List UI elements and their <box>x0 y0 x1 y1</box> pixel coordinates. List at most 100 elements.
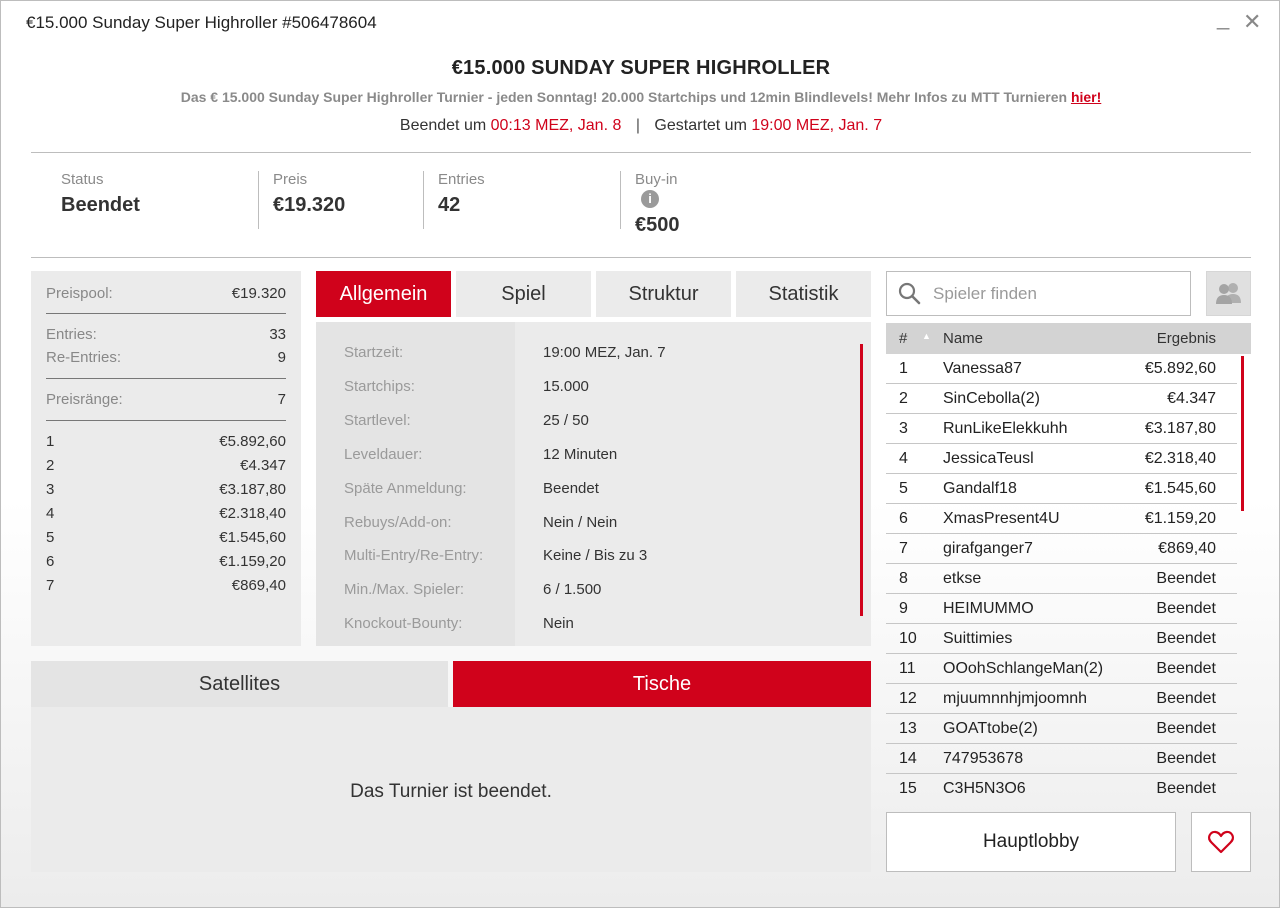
tab-tische[interactable]: Tische <box>453 661 871 707</box>
player-name: C3H5N3O6 <box>943 780 1026 797</box>
detail-key: Startzeit: <box>344 344 404 361</box>
player-name: OOohSchlangeMan(2) <box>943 660 1104 677</box>
favorite-button[interactable] <box>1191 812 1251 872</box>
table-row[interactable]: 13 GOATtobe(2) Beendet <box>886 714 1237 744</box>
payout-row: 4 €2.318,40 <box>46 505 286 529</box>
table-row[interactable]: 5 Gandalf18 €1.545,60 <box>886 474 1237 504</box>
payout-amount: €2.318,40 <box>219 505 286 522</box>
table-row[interactable]: 11 OOohSchlangeMan(2) Beendet <box>886 654 1237 684</box>
player-result: €4.347 <box>1167 390 1216 407</box>
details-scrollbar[interactable] <box>860 344 863 616</box>
buddy-list-button[interactable] <box>1206 271 1251 316</box>
info-icon[interactable]: i <box>641 190 659 208</box>
payout-amount: €1.159,20 <box>219 553 286 570</box>
header-divider <box>31 152 1251 153</box>
detail-row: Leveldauer: 12 Minuten <box>316 446 871 466</box>
player-result: €2.318,40 <box>1144 450 1216 467</box>
player-rank: 2 <box>899 390 908 407</box>
heart-icon <box>1207 830 1235 854</box>
table-row[interactable]: 3 RunLikeElekkuhh €3.187,80 <box>886 414 1237 444</box>
table-row[interactable]: 9 HEIMUMMO Beendet <box>886 594 1237 624</box>
sort-ascending-icon[interactable]: ▲ <box>922 331 931 341</box>
player-name: Suittimies <box>943 630 1013 647</box>
stat-label-text: Buy-in <box>635 171 678 188</box>
payout-row: 5 €1.545,60 <box>46 529 286 553</box>
payout-place: 7 <box>46 577 55 594</box>
tab-allgemein[interactable]: Allgemein <box>316 271 451 317</box>
close-button[interactable]: ✕ <box>1243 9 1261 35</box>
started-time: 19:00 MEZ, Jan. 7 <box>751 117 883 134</box>
player-result: Beendet <box>1156 720 1216 737</box>
reentries-row: Re-Entries: 9 <box>46 349 286 366</box>
player-name: SinCebolla(2) <box>943 390 1040 407</box>
stat-label: Preis <box>273 171 308 188</box>
users-icon <box>1216 283 1241 304</box>
column-result[interactable]: Ergebnis <box>1157 330 1216 347</box>
table-row[interactable]: 2 SinCebolla(2) €4.347 <box>886 384 1237 414</box>
more-info-link[interactable]: hier! <box>1071 89 1101 105</box>
table-row[interactable]: 7 girafganger7 €869,40 <box>886 534 1237 564</box>
stats-divider <box>31 257 1251 258</box>
player-rank: 12 <box>899 690 917 707</box>
table-row[interactable]: 1 Vanessa87 €5.892,60 <box>886 354 1237 384</box>
payout-list: 1 €5.892,60 2 €4.347 3 €3.187,80 4 €2.318,40… <box>46 433 286 601</box>
player-rank: 4 <box>899 450 908 467</box>
column-rank[interactable]: # <box>899 330 907 347</box>
player-rank: 5 <box>899 480 908 497</box>
tab-satellites[interactable]: Satellites <box>31 661 448 707</box>
general-details-panel[interactable]: Startzeit: 19:00 MEZ, Jan. 7 Startchips: 1… <box>316 322 871 646</box>
info-tabs: Allgemein Spiel Struktur Statistik <box>316 271 871 317</box>
player-rank: 13 <box>899 720 917 737</box>
payout-row: 7 €869,40 <box>46 577 286 601</box>
player-name: RunLikeElekkuhh <box>943 420 1068 437</box>
player-rank: 10 <box>899 630 917 647</box>
bottom-tabs: Satellites Tische <box>31 661 871 707</box>
table-row[interactable]: 8 etkse Beendet <box>886 564 1237 594</box>
tab-spiel[interactable]: Spiel <box>456 271 591 317</box>
player-result: Beendet <box>1156 660 1216 677</box>
window-title: €15.000 Sunday Super Highroller #5064786… <box>26 13 377 32</box>
stat-entries: Entries 42 <box>423 171 485 229</box>
tab-statistik[interactable]: Statistik <box>736 271 871 317</box>
player-name: HEIMUMMO <box>943 600 1034 617</box>
player-result: Beendet <box>1156 690 1216 707</box>
player-name: etkse <box>943 570 982 587</box>
description-text: Das € 15.000 Sunday Super Highroller Tur… <box>180 89 1068 105</box>
column-name[interactable]: Name <box>943 330 983 347</box>
detail-key: Startlevel: <box>344 412 411 429</box>
table-row[interactable]: 6 XmasPresent4U €1.159,20 <box>886 504 1237 534</box>
entries-row: Entries: 33 <box>46 326 286 343</box>
detail-value: Nein <box>543 615 574 632</box>
player-result: Beendet <box>1156 750 1216 767</box>
payout-row: 2 €4.347 <box>46 457 286 481</box>
stat-label: Buy-in i <box>635 171 680 208</box>
table-row[interactable]: 10 Suittimies Beendet <box>886 624 1237 654</box>
prizepool-divider <box>46 378 286 379</box>
prizepool-panel: Preispool: €19.320 Entries: 33 Re-Entrie… <box>31 271 301 646</box>
detail-key: Multi-Entry/Re-Entry: <box>344 547 484 564</box>
detail-row: Startchips: 15.000 <box>316 378 871 398</box>
payout-amount: €869,40 <box>231 577 286 594</box>
ranks-row: Preisränge: 7 <box>46 391 286 408</box>
tournament-lobby-window: €15.000 Sunday Super Highroller #5064786… <box>0 0 1280 908</box>
tab-struktur[interactable]: Struktur <box>596 271 731 317</box>
player-name: 747953678 <box>943 750 1024 767</box>
detail-value: 6 / 1.500 <box>543 581 602 598</box>
payout-place: 2 <box>46 457 55 474</box>
title-bar[interactable]: €15.000 Sunday Super Highroller #5064786… <box>1 1 1279 47</box>
detail-value: 12 Minuten <box>543 446 618 463</box>
table-row[interactable]: 14 747953678 Beendet <box>886 744 1237 774</box>
player-result: €869,40 <box>1158 540 1216 557</box>
player-rank: 6 <box>899 510 908 527</box>
table-row[interactable]: 12 mjuumnnhjmjoomnh Beendet <box>886 684 1237 714</box>
table-row[interactable]: 4 JessicaTeusl €2.318,40 <box>886 444 1237 474</box>
player-search-input[interactable] <box>933 282 1183 306</box>
players-scrollbar[interactable] <box>1241 356 1244 511</box>
detail-value: Keine / Bis zu 3 <box>543 547 648 564</box>
prizepool-divider <box>46 420 286 421</box>
main-lobby-button[interactable]: Hauptlobby <box>886 812 1176 872</box>
minimize-button[interactable]: _ <box>1217 5 1229 31</box>
player-search-box[interactable] <box>886 271 1191 316</box>
players-list[interactable]: 1 Vanessa87 €5.892,60 2 SinCebolla(2) €4.347… <box>886 354 1251 801</box>
table-row[interactable]: 15 C3H5N3O6 Beendet <box>886 774 1237 801</box>
